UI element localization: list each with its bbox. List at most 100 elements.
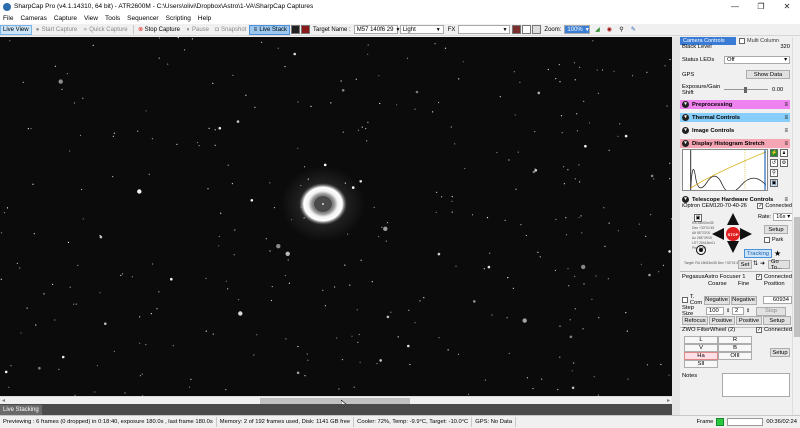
mount-stop-button[interactable]: STOP xyxy=(726,227,740,241)
image-viewer[interactable] xyxy=(0,37,672,396)
filter-ha-button[interactable]: Ha xyxy=(684,352,718,360)
notes-textarea[interactable] xyxy=(722,373,790,397)
reset-icon[interactable]: ↺ xyxy=(770,159,778,167)
hamburger-icon[interactable]: ≡ xyxy=(784,197,788,203)
lock-icon[interactable]: 🔒︎ xyxy=(780,149,788,157)
arrow-west-icon[interactable] xyxy=(712,228,724,240)
filterwheel-header: ZWO FilterWheel (2) ✓ Connected xyxy=(682,327,792,333)
hamburger-icon[interactable]: ≡ xyxy=(784,102,788,108)
goto-button[interactable]: Go To... xyxy=(768,259,790,271)
minimize-button[interactable]: — xyxy=(722,0,748,13)
filter-r-button[interactable]: R xyxy=(718,336,752,344)
mount-set-button[interactable]: Set xyxy=(738,260,752,269)
menu-file[interactable]: File xyxy=(3,15,13,22)
frame-type-select[interactable]: Light ▼ xyxy=(399,25,444,34)
arrow-east-icon[interactable] xyxy=(740,228,752,240)
sync-arrows-icon[interactable]: ⇅ xyxy=(753,260,758,267)
mount-connected-checkbox[interactable]: ✓ xyxy=(757,203,764,209)
zoom-select[interactable]: 100% ▼ xyxy=(564,25,591,34)
filter-v-button[interactable]: V xyxy=(684,344,718,352)
start-capture-button[interactable]: ● Start Capture xyxy=(33,25,80,35)
temp-comp-checkbox[interactable] xyxy=(682,297,688,303)
live-stacking-tab[interactable]: Live Stacking xyxy=(0,405,42,415)
fx-grey-swatch[interactable] xyxy=(532,25,542,34)
filter-sii-button[interactable]: SII xyxy=(684,360,718,368)
filterwheel-setup-button[interactable]: Setup xyxy=(770,348,790,357)
histogram-button[interactable]: ◢ xyxy=(592,25,603,35)
pause-button[interactable]: ⏸ Pause xyxy=(183,25,211,35)
menu-capture[interactable]: Capture xyxy=(54,15,77,22)
coarse-negative-button[interactable]: Negative xyxy=(703,295,730,305)
star-icon[interactable]: ★ xyxy=(774,249,781,258)
panel-splitter[interactable] xyxy=(672,37,680,415)
show-data-button[interactable]: Show Data xyxy=(746,70,790,79)
live-view-button[interactable]: Live View xyxy=(0,24,32,35)
snapshot-button[interactable]: ◘ Snapshot xyxy=(212,25,248,35)
menu-sequencer[interactable]: Sequencer xyxy=(127,15,158,22)
coarse-positive-button[interactable]: Positive xyxy=(709,316,735,325)
focuser-stop-button[interactable]: Stop xyxy=(756,306,786,316)
arrow-right-icon[interactable]: ➜ xyxy=(760,260,765,267)
arrow-south-icon[interactable] xyxy=(727,241,739,253)
menu-help[interactable]: Help xyxy=(198,15,211,22)
filter-l-button[interactable]: L xyxy=(684,336,718,344)
spinner-icon[interactable]: ⇕ xyxy=(746,308,756,314)
save-icon[interactable]: ▣ xyxy=(770,179,778,187)
refocus-button[interactable]: Refocus xyxy=(682,316,708,325)
exposure-gain-slider[interactable] xyxy=(724,87,768,93)
fine-step-field[interactable]: 2 xyxy=(732,307,744,315)
tracking-button[interactable]: Tracking xyxy=(744,249,772,258)
hamburger-icon[interactable]: ≡ xyxy=(784,115,788,121)
arrow-north-icon[interactable] xyxy=(727,213,739,225)
hamburger-icon[interactable]: ≡ xyxy=(784,141,788,147)
close-button[interactable]: ✕ xyxy=(774,0,800,13)
section-thermal-controls[interactable]: ▾ Thermal Controls ≡ xyxy=(680,113,790,122)
slider-handle[interactable] xyxy=(744,87,747,93)
section-image-controls[interactable]: ▾ Image Controls ≡ xyxy=(680,126,790,135)
auto-stretch-icon[interactable]: ⚡ xyxy=(770,149,778,157)
color-swatch-red[interactable] xyxy=(301,25,311,34)
focuser-position-field[interactable]: 60934 xyxy=(762,296,792,304)
color-swatch-dark[interactable] xyxy=(291,25,301,34)
gear-icon[interactable]: ⚙ xyxy=(780,159,788,167)
section-display-histogram[interactable]: ▾ Display Histogram Stretch ≡ xyxy=(680,139,790,148)
menu-cameras[interactable]: Cameras xyxy=(20,15,46,22)
scroll-right-icon[interactable]: ▸ xyxy=(667,397,670,404)
fx-select[interactable]: ▼ xyxy=(458,25,511,34)
menu-tools[interactable]: Tools xyxy=(105,15,120,22)
black-level-label: Black Level xyxy=(682,44,712,50)
section-preprocessing[interactable]: ▾ Preprocessing ≡ xyxy=(680,100,790,109)
filterwheel-connected-checkbox[interactable]: ✓ xyxy=(755,327,762,333)
rate-select[interactable]: 16x ▾ xyxy=(773,213,792,221)
hamburger-icon[interactable]: ≡ xyxy=(784,128,788,134)
panel-scrollbar[interactable] xyxy=(792,37,800,415)
fx-white-swatch[interactable] xyxy=(522,25,532,34)
fine-negative-button[interactable]: Negative xyxy=(730,295,757,305)
focus-tool-button[interactable]: ◉ xyxy=(604,25,615,35)
maximize-button[interactable]: ❐ xyxy=(748,0,774,13)
menu-scripting[interactable]: Scripting xyxy=(166,15,191,22)
live-stack-button[interactable]: ≡ Live Stack xyxy=(249,24,291,35)
status-leds-select[interactable]: Off ▾ xyxy=(724,56,790,64)
zoom-icon[interactable]: ⚲ xyxy=(770,169,778,177)
focuser-connected-checkbox[interactable]: ✓ xyxy=(755,274,762,280)
filter-oiii-button[interactable]: OIII xyxy=(718,352,752,360)
mount-setup-button[interactable]: Setup xyxy=(764,225,788,234)
home-target-icon[interactable] xyxy=(696,245,706,255)
focuser-setup-button[interactable]: Setup xyxy=(763,316,791,325)
park-checkbox[interactable] xyxy=(764,237,770,243)
quick-capture-button[interactable]: » Quick Capture xyxy=(80,25,129,35)
histogram-display[interactable] xyxy=(682,149,768,191)
fine-positive-button[interactable]: Positive xyxy=(736,316,762,325)
scroll-left-icon[interactable]: ◂ xyxy=(2,397,5,404)
stop-capture-button[interactable]: ⊗ Stop Capture xyxy=(136,25,182,35)
horizontal-scrollbar[interactable]: ◂ ▸ xyxy=(0,396,672,404)
panel-scrollbar-thumb[interactable] xyxy=(794,217,800,337)
step-size-field[interactable]: 100 xyxy=(706,307,724,315)
fx-color-swatch[interactable] xyxy=(512,25,522,34)
target-name-input[interactable]: M57 140f6 29 ▼ xyxy=(353,25,400,34)
tools-button[interactable]: ✎ xyxy=(628,25,639,35)
zoom-tool-button[interactable]: ⚲ xyxy=(616,25,627,35)
menu-view[interactable]: View xyxy=(84,15,98,22)
filter-b-button[interactable]: B xyxy=(718,344,752,352)
